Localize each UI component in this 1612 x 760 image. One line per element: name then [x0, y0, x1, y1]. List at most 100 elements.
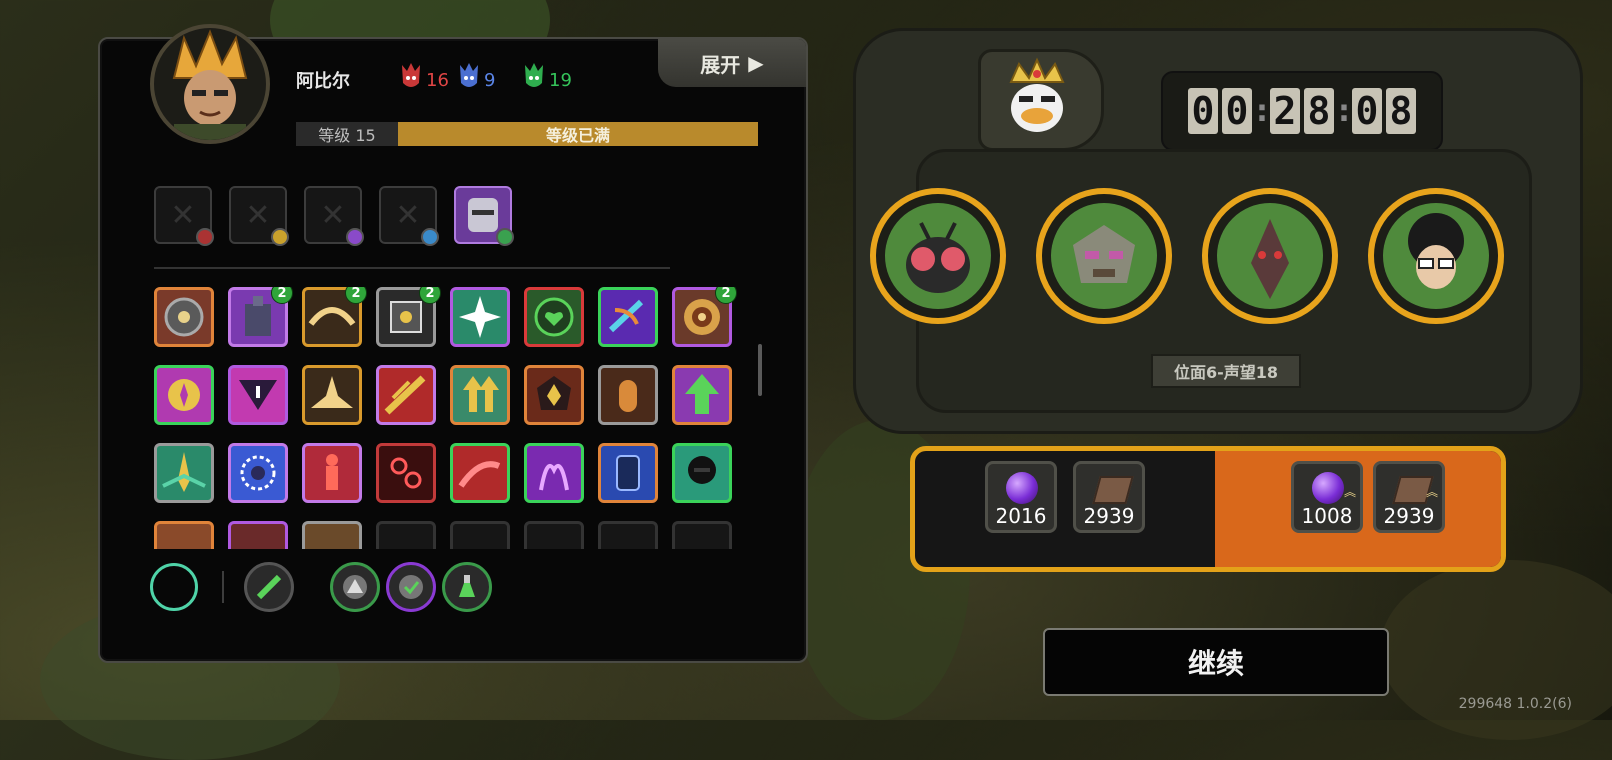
character-panel: 展开 ▶ 阿比尔 16 9 19 等级 15 等级已满 ✕ ✕ ✕ ✕ 2 2 …	[98, 24, 808, 663]
run-timer: 0 0 : 2 8 : 0 8	[1161, 71, 1443, 151]
equipment-slot-empty[interactable]: ✕	[229, 186, 289, 246]
defeated-boss-portrait[interactable]	[1368, 188, 1504, 324]
run-status-machine: 0 0 : 2 8 : 0 8 位面6-声望18	[853, 28, 1583, 434]
skill-icon[interactable]	[228, 443, 288, 503]
skill-slot-empty[interactable]	[450, 521, 510, 549]
double-chevron-up-icon: ︽	[1343, 485, 1356, 499]
equipment-slot-helmet[interactable]	[454, 186, 514, 246]
skill-icon[interactable]	[524, 365, 584, 425]
timer-digit: 8	[1304, 88, 1334, 134]
weapon-item[interactable]	[244, 562, 294, 612]
skill-icon[interactable]	[302, 365, 362, 425]
skill-level-badge: 2	[345, 287, 367, 304]
equipment-slot-empty[interactable]: ✕	[304, 186, 364, 246]
skill-icon[interactable]	[228, 521, 288, 549]
skill-icon[interactable]	[154, 521, 214, 549]
skill-level-badge: 2	[419, 287, 441, 304]
reward-amount: 2939	[1383, 504, 1435, 528]
skill-icon[interactable]	[154, 287, 214, 347]
skill-icon[interactable]	[376, 443, 436, 503]
version-label: 299648 1.0.2(6)	[1458, 696, 1572, 712]
skill-icon[interactable]	[450, 443, 510, 503]
reward-amount: 1008	[1301, 504, 1353, 528]
stat-blue-value: 9	[484, 70, 496, 91]
reward-item-bonus[interactable]: ︽ 1008	[1291, 461, 1363, 533]
reward-item[interactable]: 2016	[985, 461, 1057, 533]
reward-item[interactable]: 2939	[1073, 461, 1145, 533]
skill-icon[interactable]	[228, 365, 288, 425]
equipment-slot-empty[interactable]: ✕	[379, 186, 439, 246]
curly-hair-npc-icon	[1408, 213, 1464, 289]
reward-panel: 2016 2939 ︽ 1008 ︽ 2939	[910, 446, 1506, 572]
skill-slot-empty[interactable]	[376, 521, 436, 549]
skill-icon[interactable]	[302, 443, 362, 503]
skill-icon[interactable]	[154, 443, 214, 503]
potion-flask-icon	[459, 575, 475, 597]
skill-icon[interactable]	[376, 365, 436, 425]
consumable-item[interactable]	[386, 562, 436, 612]
skill-slot-empty[interactable]	[524, 521, 584, 549]
reward-item-bonus[interactable]: ︽ 2939	[1373, 461, 1445, 533]
timer-digit: 0	[1222, 88, 1252, 134]
defeated-boss-portrait[interactable]	[1202, 188, 1338, 324]
skill-icon[interactable]	[450, 365, 510, 425]
character-name: 阿比尔	[296, 71, 350, 92]
reward-amount: 2939	[1083, 504, 1135, 528]
fly-boss-icon	[906, 222, 970, 293]
skill-icon[interactable]	[524, 287, 584, 347]
double-chevron-up-icon: ︽	[1425, 485, 1438, 499]
skill-icon[interactable]	[598, 287, 658, 347]
defeated-boss-portrait[interactable]	[1036, 188, 1172, 324]
equipment-slot-empty[interactable]: ✕	[154, 186, 214, 246]
bird-boss-icon	[1251, 219, 1289, 299]
skill-slot-empty[interactable]	[672, 521, 732, 549]
empty-ring-slot[interactable]	[150, 563, 198, 611]
expand-label: 展开	[700, 52, 741, 77]
purple-orb-icon	[1312, 472, 1344, 504]
continue-button[interactable]: 继续	[1043, 628, 1389, 696]
skill-icon[interactable]	[450, 287, 510, 347]
bottom-separator	[222, 571, 224, 603]
skill-icon[interactable]: 2	[302, 287, 367, 347]
expand-button[interactable]: 展开 ▶	[658, 39, 806, 87]
timer-colon: :	[1338, 93, 1350, 129]
skill-icon[interactable]	[154, 365, 214, 425]
skill-icon[interactable]	[524, 443, 584, 503]
green-mask-icon	[525, 63, 543, 87]
skill-icon[interactable]	[598, 443, 658, 503]
defeated-boss-portrait[interactable]	[870, 188, 1006, 324]
red-mask-icon	[402, 63, 420, 87]
skill-grid-scrollbar[interactable]	[758, 344, 762, 396]
timer-colon: :	[1256, 93, 1268, 129]
skill-icon[interactable]: 2	[672, 287, 737, 347]
skill-level-badge: 2	[271, 287, 293, 304]
plane-reputation-label: 位面6-声望18	[1151, 354, 1301, 388]
level-status: 等级已满	[398, 122, 758, 146]
triangle-token-icon	[343, 575, 367, 599]
skill-grid: 2 2 2 2	[154, 287, 744, 549]
character-avatar[interactable]	[150, 24, 270, 144]
skill-icon[interactable]: 2	[376, 287, 441, 347]
skill-icon[interactable]	[672, 365, 732, 425]
skill-slot-empty[interactable]	[598, 521, 658, 549]
skill-icon[interactable]	[598, 365, 658, 425]
timer-digit: 0	[1352, 88, 1382, 134]
skill-icon[interactable]	[672, 443, 732, 503]
level-bar: 等级 15 等级已满	[296, 122, 758, 146]
triangle-right-icon: ▶	[748, 51, 764, 75]
timer-digit: 0	[1188, 88, 1218, 134]
mech-boss-icon	[1073, 225, 1135, 283]
check-token-icon	[399, 575, 423, 599]
consumable-item[interactable]	[330, 562, 380, 612]
slot-type-blue-icon	[421, 228, 439, 246]
crowned-duck-icon	[1009, 57, 1065, 132]
purple-orb-icon	[1006, 472, 1038, 504]
skill-icon[interactable]: 2	[228, 287, 293, 347]
skill-icon[interactable]	[302, 521, 362, 549]
slot-type-red-icon	[196, 228, 214, 246]
consumable-item[interactable]	[442, 562, 492, 612]
green-blade-icon	[256, 574, 282, 600]
timer-digit: 8	[1386, 88, 1416, 134]
stat-green-value: 19	[549, 70, 572, 91]
section-divider	[154, 267, 670, 269]
